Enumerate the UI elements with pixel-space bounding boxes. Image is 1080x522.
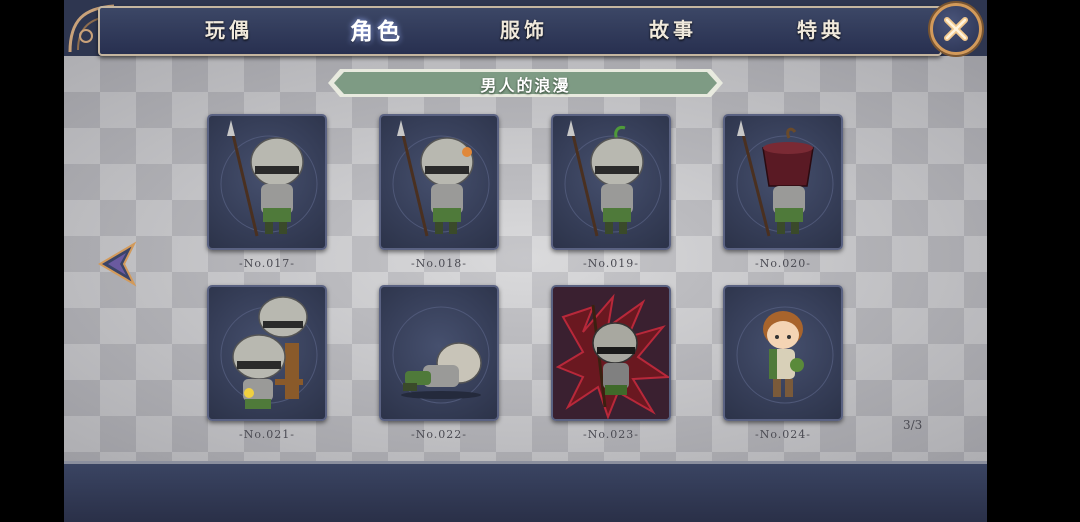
helmeted-spear-soldier-green-sprout-icon [564,120,662,237]
card-label: -No.020- [755,257,811,270]
card-label: -No.024- [755,428,811,441]
helmeted-spear-soldier-icon [220,120,318,237]
character-card-023[interactable] [551,285,671,421]
spear-soldier-pot-helmet-icon [736,120,834,237]
character-card-024[interactable] [723,285,843,421]
tab-specials[interactable]: 特典 [797,14,845,43]
fallen-soldier-icon [392,306,490,404]
page-indicator: 3/3 [903,418,923,432]
card-label: -No.017- [239,257,295,270]
section-title: 男人的浪漫 [480,76,571,95]
bottom-bar [64,461,987,522]
card-label: -No.019- [583,257,639,270]
character-card-021[interactable] [207,285,327,421]
character-card-018[interactable] [379,114,499,250]
two-soldiers-on-chair-icon [220,296,318,409]
card-label: -No.022- [411,428,467,441]
character-card-017[interactable] [207,114,327,250]
character-card-019[interactable] [551,114,671,250]
soldier-red-dark-aura-icon [553,287,669,419]
back-arrow-icon[interactable] [96,240,140,288]
close-x-icon [944,17,968,41]
helmeted-spear-soldier-orange-plume-icon [392,120,490,237]
character-card-020[interactable] [723,114,843,250]
tab-costumes[interactable]: 服饰 [500,14,548,43]
card-label: -No.018- [411,257,467,270]
character-card-022[interactable] [379,285,499,421]
tab-dolls[interactable]: 玩偶 [205,14,253,43]
brown-haired-boy-icon [736,306,834,404]
card-label: -No.023- [583,428,639,441]
tab-characters[interactable]: 角色 [350,12,404,46]
close-button[interactable] [930,3,982,55]
card-label: -No.021- [239,428,295,441]
tab-stories[interactable]: 故事 [649,14,697,43]
collection-board [64,56,987,461]
